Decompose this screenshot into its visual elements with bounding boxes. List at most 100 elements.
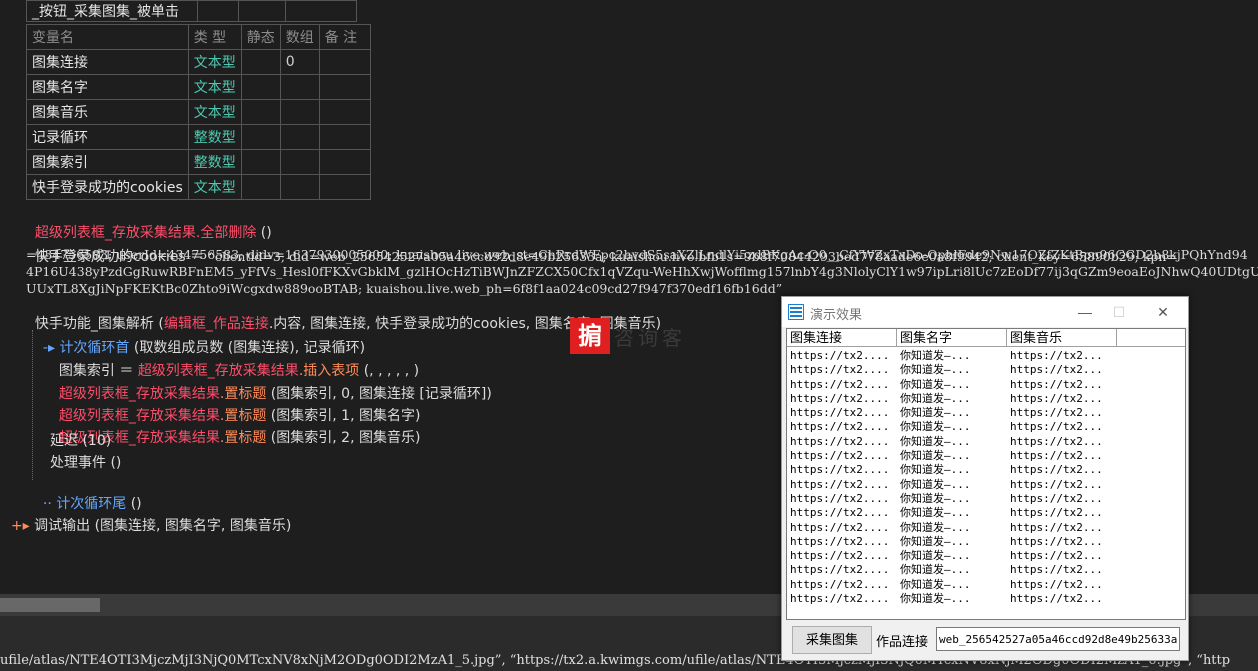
- variable-row[interactable]: 图集名字 文本型: [26, 74, 371, 100]
- args: (图集索引, 2, 图集音乐): [266, 430, 421, 446]
- list-item[interactable]: https://tx2.... 你知道发—... https://tx2...: [787, 420, 1185, 434]
- col-header-music[interactable]: 图集音乐: [1007, 329, 1117, 346]
- list-cell: 你知道发—...: [900, 534, 971, 548]
- var-type[interactable]: 文本型: [187, 74, 242, 100]
- list-item[interactable]: https://tx2.... 你知道发—... https://tx2...: [787, 521, 1185, 535]
- var-type[interactable]: 文本型: [187, 174, 242, 200]
- list-item[interactable]: https://tx2.... 你知道发—... https://tx2...: [787, 578, 1185, 592]
- list-item[interactable]: https://tx2.... 你知道发—... https://tx2...: [787, 592, 1185, 606]
- col-header-name[interactable]: 图集名字: [897, 329, 1007, 346]
- list-cell: https://tx2...: [1010, 577, 1103, 591]
- var-static[interactable]: [240, 174, 281, 200]
- var-static[interactable]: [240, 99, 281, 125]
- list-item[interactable]: https://tx2.... 你知道发—... https://tx2...: [787, 563, 1185, 577]
- col-header-link[interactable]: 图集连接: [787, 329, 897, 346]
- list-item[interactable]: https://tx2.... 你知道发—... https://tx2...: [787, 549, 1185, 563]
- variable-row[interactable]: 图集索引 整数型: [26, 149, 371, 175]
- col-header: 类 型: [187, 24, 242, 50]
- expand-plus-icon[interactable]: +▸: [11, 518, 34, 534]
- var-type[interactable]: 文本型: [187, 99, 242, 125]
- var-note[interactable]: [318, 99, 371, 125]
- list-item[interactable]: https://tx2.... 你知道发—... https://tx2...: [787, 363, 1185, 377]
- var-note[interactable]: [318, 74, 371, 100]
- minimize-icon[interactable]: —: [1070, 300, 1100, 324]
- code-line-events[interactable]: 处理事件 (): [50, 454, 121, 473]
- list-cell: https://tx2....: [790, 549, 890, 563]
- var-static[interactable]: [240, 74, 281, 100]
- variable-row[interactable]: 记录循环 整数型: [26, 124, 371, 150]
- list-item[interactable]: https://tx2.... 你知道发—... https://tx2...: [787, 406, 1185, 420]
- var-name[interactable]: 图集连接: [26, 49, 189, 75]
- variable-row[interactable]: 图集连接 文本型 0: [26, 49, 371, 75]
- list-cell: https://tx2...: [1010, 391, 1103, 405]
- list-cell: https://tx2....: [790, 506, 890, 520]
- list-cell: https://tx2...: [1010, 349, 1103, 362]
- list-cell: https://tx2...: [1010, 563, 1103, 577]
- list-item[interactable]: https://tx2.... 你知道发—... https://tx2...: [787, 378, 1185, 392]
- var-array[interactable]: [279, 74, 320, 100]
- list-item[interactable]: https://tx2.... 你知道发—... https://tx2...: [787, 349, 1185, 363]
- var-type[interactable]: 整数型: [187, 124, 242, 150]
- var-name[interactable]: 图集音乐: [26, 99, 189, 125]
- results-listview[interactable]: 图集连接 图集名字 图集音乐 https://tx2.... 你知道发—... ht…: [786, 328, 1186, 620]
- event-header-table: _按钮_采集图集_被单击: [26, 0, 357, 22]
- variable-row[interactable]: 图集音乐 文本型: [26, 99, 371, 125]
- var-array[interactable]: [279, 174, 320, 200]
- list-cell: https://tx2....: [790, 349, 890, 362]
- list-item[interactable]: https://tx2.... 你知道发—... https://tx2...: [787, 392, 1185, 406]
- var-note[interactable]: [318, 124, 371, 150]
- variable-row[interactable]: 快手登录成功的cookies 文本型: [26, 174, 371, 200]
- var-type[interactable]: 整数型: [187, 149, 242, 175]
- code-line-debug[interactable]: +▸ 调试输出 (图集连接, 图集名字, 图集音乐): [2, 498, 291, 536]
- list-cell: 你知道发—...: [900, 434, 971, 448]
- var-array[interactable]: [279, 124, 320, 150]
- list-item[interactable]: https://tx2.... 你知道发—... https://tx2...: [787, 492, 1185, 506]
- col-header: 备 注: [318, 24, 371, 50]
- list-cell: https://tx2....: [790, 491, 890, 505]
- loop-guide: [32, 330, 33, 480]
- scrollbar-thumb[interactable]: [0, 598, 100, 612]
- var-static[interactable]: [240, 149, 281, 175]
- list-item[interactable]: https://tx2.... 你知道发—... https://tx2...: [787, 506, 1185, 520]
- list-cell: https://tx2....: [790, 520, 890, 534]
- event-name-cell[interactable]: _按钮_采集图集_被单击: [26, 0, 198, 22]
- list-cell: 你知道发—...: [900, 491, 971, 505]
- list-cell: https://tx2...: [1010, 406, 1103, 420]
- args: (图集连接, 图集名字, 图集音乐): [90, 518, 292, 534]
- list-cell: 你知道发—...: [900, 377, 971, 391]
- list-cell: 你知道发—...: [900, 406, 971, 420]
- var-array[interactable]: [279, 99, 320, 125]
- var-name[interactable]: 图集索引: [26, 149, 189, 175]
- var-name[interactable]: 记录循环: [26, 124, 189, 150]
- code-line-delay[interactable]: 延迟 (10): [50, 432, 111, 451]
- list-cell: https://tx2...: [1010, 434, 1103, 448]
- list-cell: 你知道发—...: [900, 449, 971, 463]
- var-array[interactable]: [279, 149, 320, 175]
- list-item[interactable]: https://tx2.... 你知道发—... https://tx2...: [787, 535, 1185, 549]
- window-title: 演示效果: [810, 307, 863, 322]
- var-array[interactable]: 0: [279, 49, 320, 75]
- var-static[interactable]: [240, 49, 281, 75]
- window-footer: 采集图集 作品连接 web_256542527a05a46ccd92d8e49b…: [786, 623, 1184, 655]
- list-item[interactable]: https://tx2.... 你知道发—... https://tx2...: [787, 463, 1185, 477]
- list-cell: https://tx2....: [790, 377, 890, 391]
- list-item[interactable]: https://tx2.... 你知道发—... https://tx2...: [787, 435, 1185, 449]
- col-header: 变量名: [26, 24, 189, 50]
- list-item[interactable]: https://tx2.... 你知道发—... https://tx2...: [787, 449, 1185, 463]
- list-cell: 你知道发—...: [900, 420, 971, 434]
- list-cell: https://tx2...: [1010, 363, 1103, 377]
- var-name[interactable]: 图集名字: [26, 74, 189, 100]
- list-item[interactable]: https://tx2.... 你知道发—... https://tx2...: [787, 478, 1185, 492]
- var-note[interactable]: [318, 174, 371, 200]
- collect-button[interactable]: 采集图集: [792, 626, 872, 654]
- close-icon[interactable]: ✕: [1148, 300, 1178, 324]
- var-note[interactable]: [318, 49, 371, 75]
- var-static[interactable]: [240, 124, 281, 150]
- var-type[interactable]: 文本型: [187, 49, 242, 75]
- list-cell: https://tx2...: [1010, 549, 1103, 563]
- var-note[interactable]: [318, 149, 371, 175]
- link-input[interactable]: web_256542527a05a46ccd92d8e49b25633a: [936, 627, 1180, 651]
- window-titlebar[interactable]: 演示效果 — ☐ ✕: [782, 297, 1188, 327]
- var-name[interactable]: 快手登录成功的cookies: [26, 174, 189, 200]
- list-cell: 你知道发—...: [900, 477, 971, 491]
